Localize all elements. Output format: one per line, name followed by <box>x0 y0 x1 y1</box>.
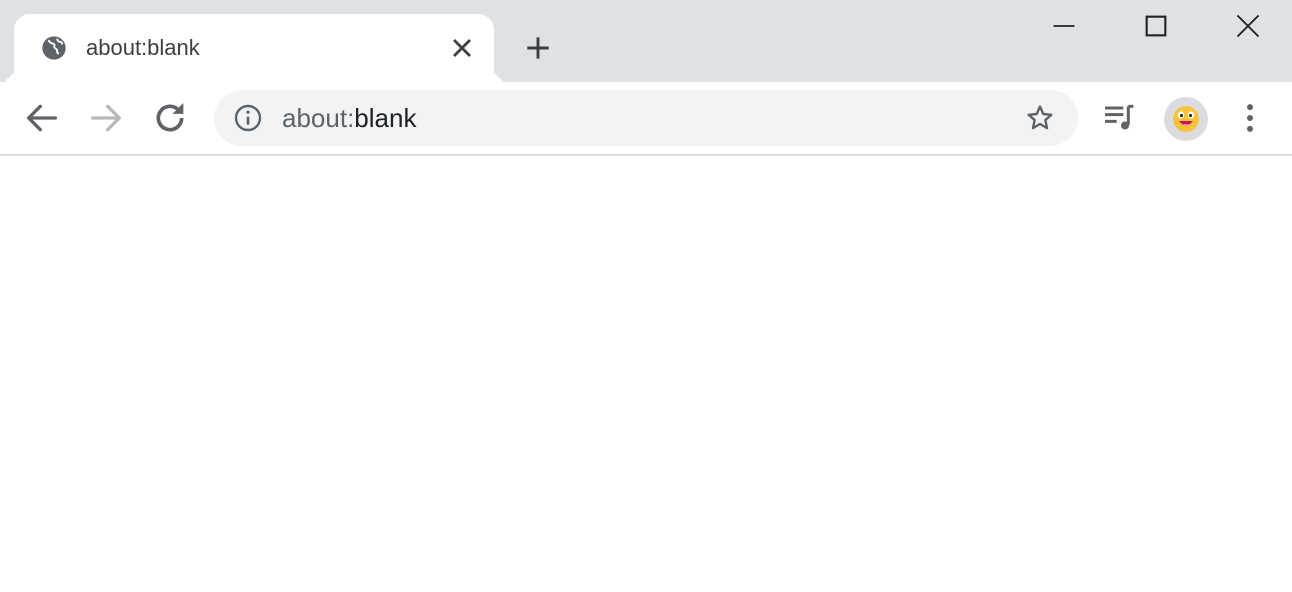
avatar[interactable] <box>1164 97 1208 141</box>
window-close-button[interactable] <box>1202 0 1292 52</box>
kebab-menu-icon[interactable] <box>1230 98 1270 138</box>
info-icon[interactable] <box>232 102 264 134</box>
page-content[interactable] <box>0 156 1292 592</box>
media-control-button[interactable] <box>1100 98 1140 138</box>
tab-strip: about:blank <box>0 0 1292 82</box>
url-path: blank <box>354 103 417 133</box>
address-bar[interactable]: about:blank <box>214 90 1078 146</box>
media-queue-icon <box>1105 104 1134 130</box>
star-icon[interactable] <box>1024 102 1056 134</box>
browser-window: about:blank about:blank <box>0 0 1292 592</box>
new-tab-button[interactable] <box>522 32 554 64</box>
minimize-button[interactable] <box>1018 0 1110 52</box>
close-icon <box>1236 14 1260 38</box>
tab-active[interactable]: about:blank <box>14 14 494 82</box>
close-icon[interactable] <box>448 34 476 62</box>
globe-icon <box>40 34 68 62</box>
minimize-icon <box>1053 25 1075 27</box>
url-scheme: about: <box>282 103 355 133</box>
maximize-button[interactable] <box>1110 0 1202 52</box>
toolbar: about:blank <box>0 82 1292 156</box>
url-text[interactable]: about:blank <box>282 103 416 133</box>
back-button[interactable] <box>22 98 62 138</box>
back-arrow-icon <box>27 104 57 132</box>
reload-button[interactable] <box>150 98 190 138</box>
plus-icon <box>527 37 549 59</box>
forward-arrow-icon <box>91 104 122 132</box>
reload-icon <box>156 103 184 132</box>
profile-emoji-icon <box>1173 106 1199 132</box>
maximize-icon <box>1145 15 1167 37</box>
tab-title: about:blank <box>86 35 200 60</box>
forward-button[interactable] <box>86 98 126 138</box>
